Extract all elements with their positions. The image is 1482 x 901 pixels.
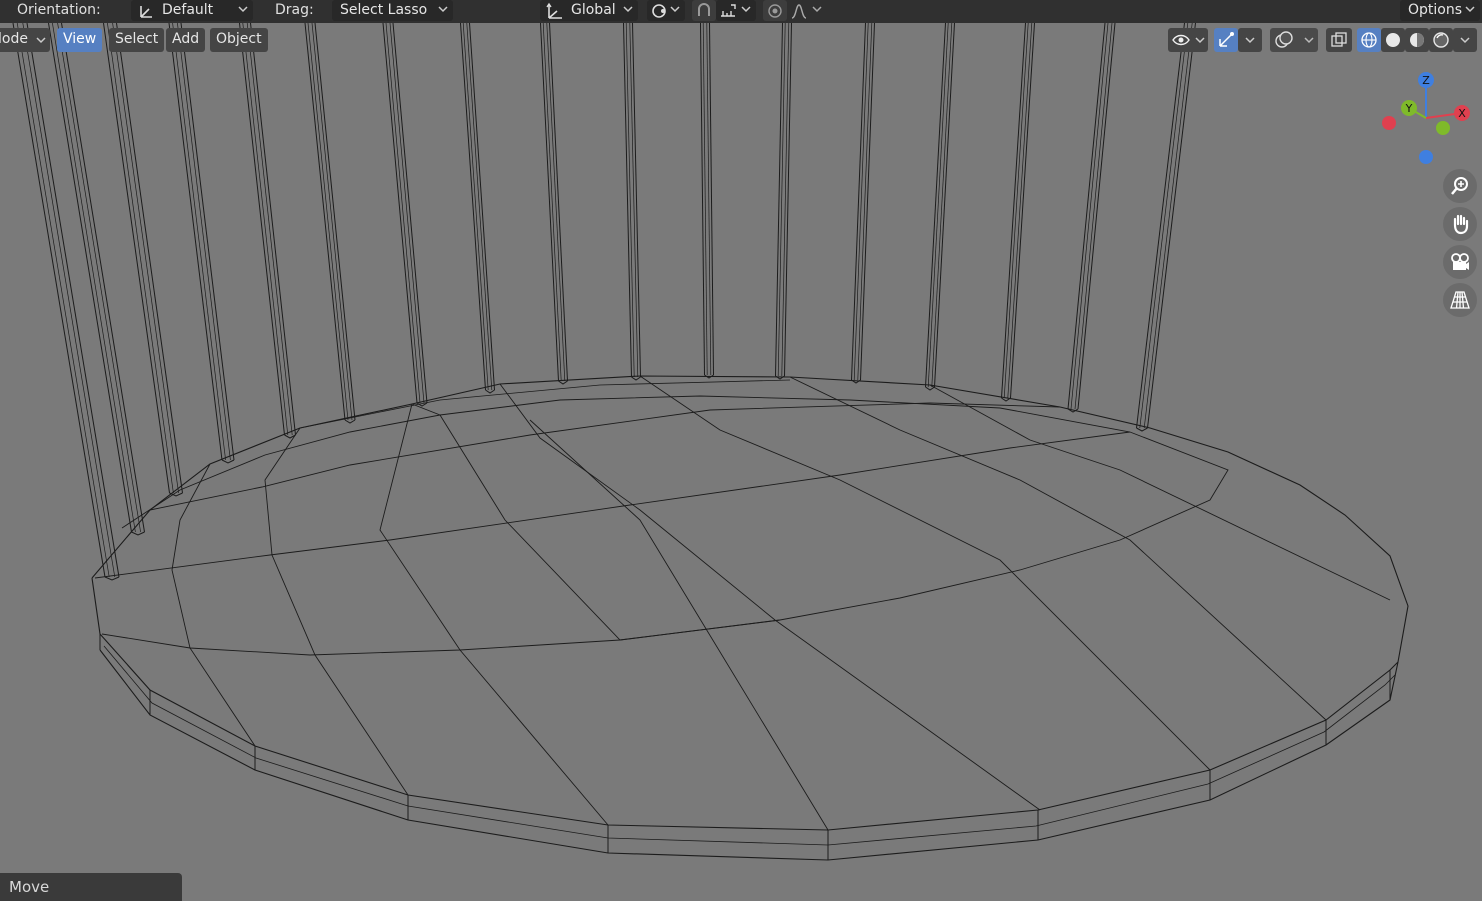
gizmo-toggle[interactable]: [1214, 28, 1238, 52]
transform-space-value: Global: [571, 2, 616, 18]
x-axis-label: X: [1458, 107, 1466, 120]
chevron-down-icon: [438, 6, 448, 13]
chevron-down-icon: [812, 6, 822, 13]
gizmo-icon: [1219, 32, 1234, 47]
falloff-dropdown[interactable]: [787, 0, 827, 21]
chevron-down-icon: [623, 6, 633, 13]
rendered-shading-icon: [1433, 32, 1449, 48]
hand-pan-icon: [1453, 214, 1469, 235]
solid-shading-button[interactable]: [1381, 28, 1405, 52]
tool-settings-bar: Orientation: Default Drag: Select Lasso …: [0, 0, 1482, 23]
menu-add[interactable]: Add: [166, 28, 206, 52]
solid-shading-icon: [1386, 33, 1400, 47]
material-shading-button[interactable]: [1405, 28, 1429, 52]
material-shading-icon: [1410, 33, 1424, 47]
mode-label: lode: [0, 31, 28, 47]
pivot-point-dropdown[interactable]: [647, 0, 685, 21]
chevron-down-icon: [1304, 37, 1314, 44]
proportional-edit-icon: [768, 4, 782, 18]
wireframe-shading-icon: [1361, 32, 1377, 48]
operator-label: Move: [9, 878, 50, 896]
options-dropdown[interactable]: Options: [1400, 0, 1480, 21]
chevron-down-icon: [1465, 6, 1475, 13]
drag-label: Drag:: [275, 2, 314, 18]
proportional-edit-toggle[interactable]: [763, 0, 787, 21]
menu-view[interactable]: View: [57, 28, 103, 52]
last-operator-panel[interactable]: Move: [0, 873, 182, 901]
rendered-shading-button[interactable]: [1429, 28, 1453, 52]
grid-icon: [1450, 291, 1470, 309]
chevron-down-icon: [741, 6, 751, 13]
neg-y-axis-handle[interactable]: [1436, 121, 1450, 135]
orientation-icon: [140, 6, 152, 18]
perspective-toggle-button[interactable]: [1443, 283, 1477, 317]
orientation-value: Default: [162, 2, 214, 18]
chevron-down-icon: [1195, 37, 1205, 44]
menu-object[interactable]: Object: [210, 28, 268, 52]
pivot-icon: [652, 4, 666, 18]
camera-icon: [1451, 253, 1469, 270]
neg-x-axis-handle[interactable]: [1382, 116, 1396, 130]
drag-value: Select Lasso: [340, 2, 428, 18]
camera-view-button[interactable]: [1443, 245, 1477, 279]
xray-icon: [1331, 32, 1347, 47]
navigation-gizmo[interactable]: Z Y X: [1370, 68, 1480, 178]
falloff-icon: [791, 4, 807, 19]
orientation-label: Orientation:: [17, 2, 101, 18]
visibility-icon: [1172, 34, 1190, 46]
transform-orientation-dropdown[interactable]: Global: [540, 0, 638, 21]
overlay-icon: [1275, 31, 1293, 48]
overlays-dropdown[interactable]: [1270, 28, 1318, 52]
zoom-icon: [1451, 177, 1468, 195]
chevron-down-icon: [36, 37, 46, 44]
object-visibility-dropdown[interactable]: [1168, 28, 1208, 52]
snap-target-dropdown[interactable]: [716, 0, 756, 21]
z-axis-label: Z: [1422, 74, 1430, 87]
snap-icon: [698, 3, 710, 16]
wireframe-shading-button[interactable]: [1357, 28, 1381, 52]
shading-dropdown[interactable]: [1453, 28, 1477, 52]
options-label: Options: [1408, 2, 1463, 18]
wireframe-mesh: [12, 23, 1409, 861]
orientation-dropdown[interactable]: Default: [131, 0, 253, 21]
xray-toggle[interactable]: [1326, 28, 1352, 52]
zoom-button[interactable]: [1443, 169, 1477, 203]
y-axis-label: Y: [1405, 102, 1413, 115]
chevron-down-icon: [1245, 37, 1255, 44]
gizmo-dropdown[interactable]: [1238, 28, 1262, 52]
neg-z-axis-handle[interactable]: [1419, 150, 1433, 164]
chevron-down-icon: [238, 6, 248, 13]
chevron-down-icon: [1460, 37, 1470, 44]
mode-dropdown[interactable]: lode: [0, 28, 50, 52]
menu-select[interactable]: Select: [109, 28, 165, 52]
pan-button[interactable]: [1443, 207, 1477, 241]
drag-dropdown[interactable]: Select Lasso: [332, 0, 453, 21]
chevron-down-icon: [670, 6, 680, 13]
snap-toggle[interactable]: [692, 0, 716, 21]
3d-viewport[interactable]: lode View Select Add Object Z Y X: [0, 23, 1482, 901]
global-transform-icon: [546, 2, 562, 19]
snap-increment-icon: [721, 4, 736, 17]
